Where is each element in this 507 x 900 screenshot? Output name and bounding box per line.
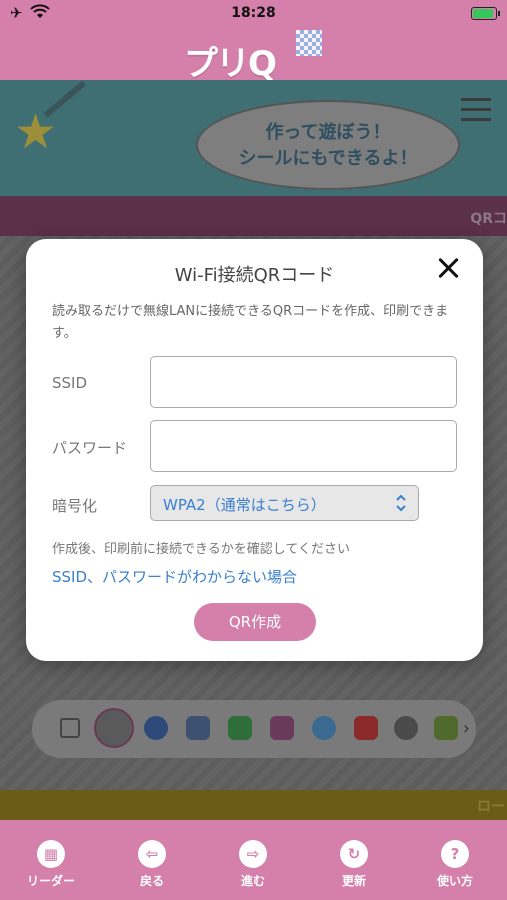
qr-icon: ▦: [37, 840, 65, 868]
logo-text: プリQ: [184, 44, 277, 84]
close-icon[interactable]: [435, 255, 461, 281]
tab-help[interactable]: ? 使い方: [420, 840, 490, 896]
modal-description: 読み取るだけで無線LANに接続できるQRコードを作成、印刷できます。: [52, 304, 449, 341]
help-link[interactable]: SSID、パスワードがわからない場合: [52, 566, 297, 587]
tab-label: 進む: [240, 874, 265, 888]
chevron-right-icon[interactable]: ›: [463, 718, 470, 739]
line-icon[interactable]: [228, 716, 252, 740]
ranking-band-text: ロー: [477, 799, 505, 815]
like-icon[interactable]: [186, 716, 210, 740]
tab-refresh[interactable]: ↻ 更新: [319, 840, 389, 896]
logo-checker-icon: [296, 30, 322, 56]
encryption-label: 暗号化: [52, 497, 98, 515]
star-icon: ★: [14, 104, 58, 160]
tab-back[interactable]: ⇦ 戻る: [117, 840, 187, 896]
ssid-label: SSID: [52, 374, 88, 392]
banner-text: 作って遊ぼう！ シールにもできるよ！: [238, 122, 418, 169]
chevron-updown-icon: [396, 494, 406, 512]
app-logo[interactable]: プリQ: [184, 28, 324, 84]
ranking-band: ロー: [0, 790, 507, 820]
checkbox-icon[interactable]: [60, 718, 80, 738]
tab-label: 使い方: [436, 874, 473, 888]
share-bar: ›: [32, 700, 476, 758]
wifi-qr-modal: Wi-Fi接続QRコード 読み取るだけで無線LANに接続できるQRコードを作成、…: [26, 239, 483, 661]
twitter-icon[interactable]: [312, 716, 336, 740]
promo-banner: ★ 作って遊ぼう！ シールにもできるよ！: [0, 80, 507, 196]
encryption-select[interactable]: WPA2（通常はこちら）: [150, 485, 419, 521]
encryption-value: WPA2（通常はこちら）: [163, 496, 326, 514]
back-arrow-icon: ⇦: [138, 840, 166, 868]
battery-icon: [471, 7, 500, 20]
password-label: パスワード: [52, 439, 128, 457]
tab-reader[interactable]: ▦ リーダー: [16, 840, 86, 896]
section-band: QRコ: [0, 196, 507, 236]
refresh-icon: ↻: [340, 840, 368, 868]
status-bar: ✈ 18:28: [0, 0, 507, 28]
modal-title: Wi-Fi接続QRコード: [174, 265, 335, 286]
ssid-input[interactable]: [150, 356, 457, 408]
help-icon: ?: [441, 840, 469, 868]
tab-forward[interactable]: ⇨ 進む: [218, 840, 288, 896]
instagram-icon[interactable]: [270, 716, 294, 740]
hamburger-menu-icon[interactable]: [461, 98, 491, 122]
band-text: QRコ: [470, 211, 507, 227]
forward-arrow-icon: ⇨: [239, 840, 267, 868]
youtube-icon[interactable]: [354, 716, 378, 740]
create-qr-button[interactable]: QR作成: [194, 603, 316, 641]
password-input[interactable]: [150, 420, 457, 472]
prizq-icon[interactable]: [94, 708, 134, 748]
banner-cloud: 作って遊ぼう！ シールにもできるよ！: [196, 100, 460, 190]
status-time: 18:28: [231, 5, 276, 21]
android-icon[interactable]: [434, 716, 458, 740]
apple-icon[interactable]: [394, 716, 418, 740]
tab-label: 更新: [341, 874, 366, 888]
tab-label: 戻る: [139, 874, 164, 888]
facebook-icon[interactable]: [144, 716, 168, 740]
confirm-note: 作成後、印刷前に接続できるかを確認してください: [52, 542, 350, 557]
app-header: プリQ: [0, 28, 507, 84]
bottom-tabbar: ▦ リーダー ⇦ 戻る ⇨ 進む ↻ 更新 ? 使い方: [0, 820, 507, 900]
tab-label: リーダー: [26, 874, 75, 888]
